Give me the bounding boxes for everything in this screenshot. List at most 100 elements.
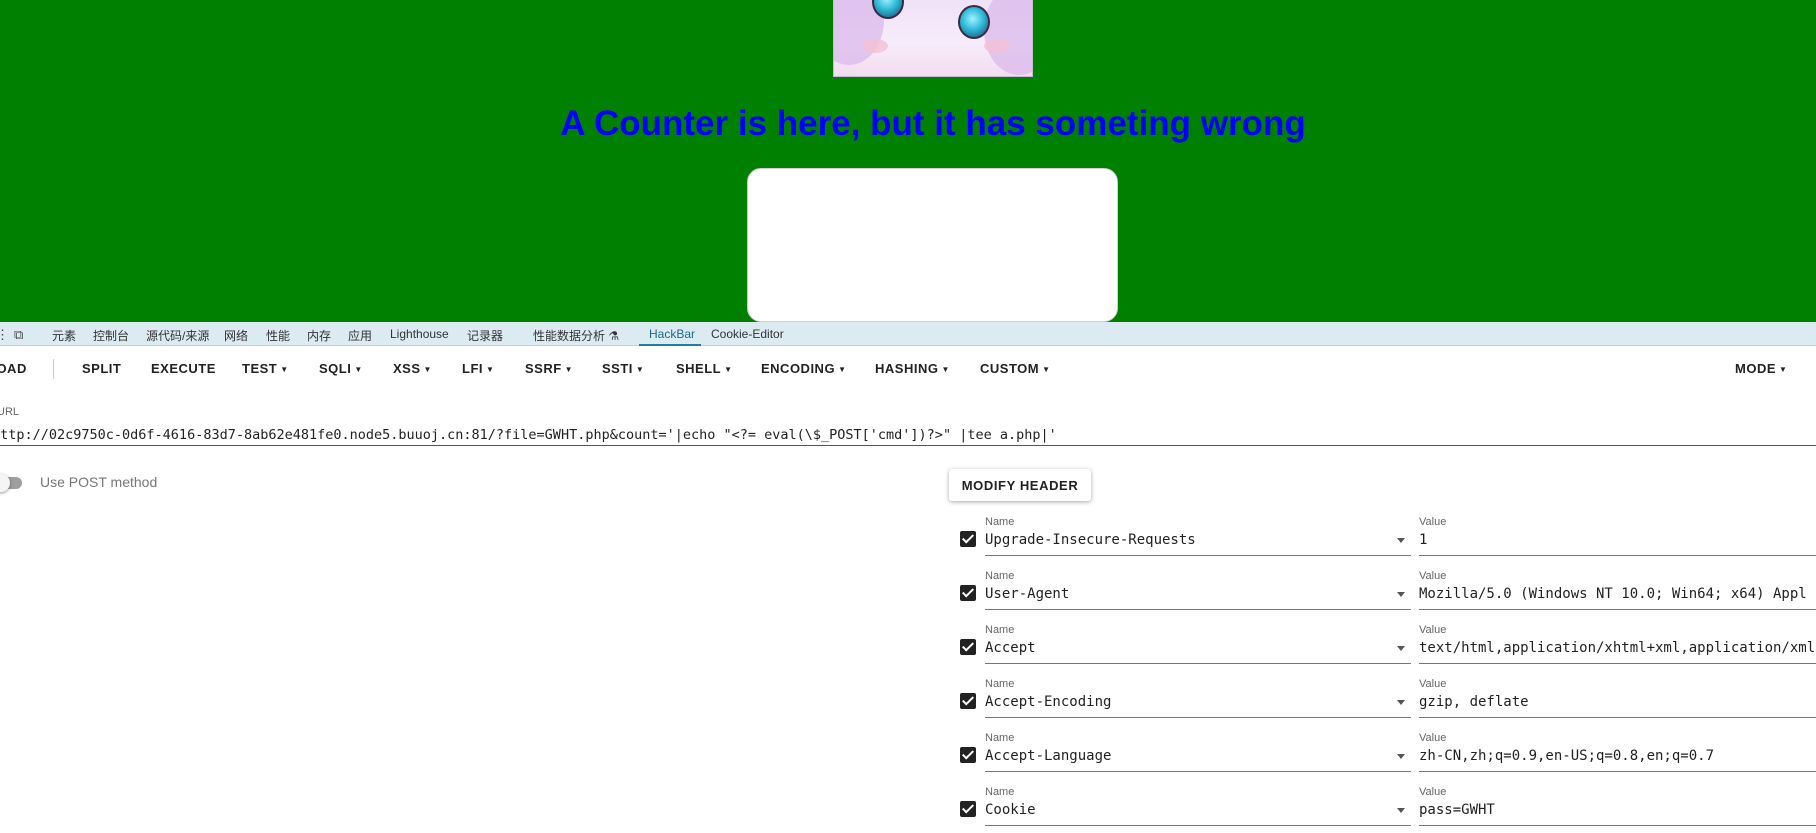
mode-menu[interactable]: MODE ▼ — [1735, 361, 1787, 376]
header-enabled-checkbox[interactable] — [960, 693, 976, 709]
caret-down-icon: ▼ — [486, 365, 495, 375]
hackbar-toolbar: LOAD SPLIT EXECUTE TEST▼ SQLI▼ XSS▼ LFI▼… — [0, 347, 1816, 391]
sqli-menu[interactable]: SQLI ▼ — [319, 361, 363, 376]
caret-down-icon: ▼ — [280, 365, 289, 375]
xss-label: XSS — [393, 361, 421, 376]
header-name-text: User-Agent — [985, 586, 1070, 602]
caret-down-icon: ▼ — [423, 365, 432, 375]
page-headline: A Counter is here, but it has someting w… — [560, 104, 1306, 143]
tab-application[interactable]: 应用 — [348, 327, 372, 344]
post-method-label: Use POST method — [40, 474, 158, 490]
header-row: Name Accept Value text/html,application/xht… — [0, 617, 1816, 671]
header-name-select[interactable]: Cookie — [985, 802, 1411, 826]
header-value-field[interactable]: Mozilla/5.0 (Windows NT 10.0; Win64; x64… — [1419, 586, 1816, 610]
header-enabled-checkbox[interactable] — [960, 585, 976, 601]
tab-sources[interactable]: 源代码/来源 — [146, 327, 209, 344]
header-enabled-checkbox[interactable] — [960, 747, 976, 763]
caret-down-icon: ▼ — [838, 365, 847, 375]
header-enabled-checkbox[interactable] — [960, 531, 976, 547]
header-name-label: Name — [985, 678, 1015, 690]
header-name-text: Upgrade-Insecure-Requests — [985, 532, 1196, 548]
caret-down-icon: ▼ — [724, 365, 733, 375]
tab-lighthouse[interactable]: Lighthouse — [390, 327, 449, 341]
ssti-menu[interactable]: SSTI ▼ — [602, 361, 644, 376]
custom-menu[interactable]: CUSTOM ▼ — [980, 361, 1051, 376]
header-value-label: Value — [1419, 624, 1447, 636]
lfi-label: LFI — [462, 361, 483, 376]
lfi-menu[interactable]: LFI ▼ — [462, 361, 494, 376]
test-menu[interactable]: TEST ▼ — [242, 361, 289, 376]
header-name-select[interactable]: Accept — [985, 640, 1411, 664]
shell-menu[interactable]: SHELL ▼ — [676, 361, 733, 376]
header-value-field[interactable]: pass=GWHT — [1419, 802, 1816, 826]
caret-down-icon: ▼ — [1042, 365, 1051, 375]
tab-elements[interactable]: 元素 — [52, 327, 76, 344]
header-name-select[interactable]: Accept-Language — [985, 748, 1411, 772]
load-button[interactable]: LOAD — [0, 361, 27, 376]
header-name-select[interactable]: Accept-Encoding — [985, 694, 1411, 718]
header-row: Name Accept-Encoding Value gzip, deflate — [0, 671, 1816, 725]
shell-label: SHELL — [676, 361, 722, 376]
dropdown-arrow-icon — [1397, 700, 1405, 705]
encoding-menu[interactable]: ENCODING ▼ — [761, 361, 846, 376]
header-name-select[interactable]: User-Agent — [985, 586, 1411, 610]
execute-button[interactable]: EXECUTE — [151, 361, 216, 376]
header-value-field[interactable]: text/html,application/xhtml+xml,applicat… — [1419, 640, 1816, 664]
tab-performance[interactable]: 性能 — [266, 327, 290, 344]
toolbar-separator — [53, 359, 54, 379]
header-name-text: Accept-Encoding — [985, 694, 1112, 710]
header-row: Name Accept-Language Value zh-CN,zh;q=0.9,e… — [0, 725, 1816, 779]
ssrf-menu[interactable]: SSRF ▼ — [525, 361, 573, 376]
header-name-label: Name — [985, 516, 1015, 528]
inspect-icon[interactable]: ⋮ — [0, 327, 9, 343]
caret-down-icon: ▼ — [1779, 365, 1788, 375]
caret-down-icon: ▼ — [564, 365, 574, 375]
header-name-label: Name — [985, 624, 1015, 636]
hashing-menu[interactable]: HASHING ▼ — [875, 361, 950, 376]
header-value-label: Value — [1419, 732, 1447, 744]
url-label: URL — [0, 406, 20, 418]
counter-box — [747, 168, 1118, 322]
tab-memory[interactable]: 内存 — [307, 327, 331, 344]
dropdown-arrow-icon — [1397, 592, 1405, 597]
tab-performance-insights[interactable]: 性能数据分析 ⚗ — [533, 327, 619, 344]
dropdown-arrow-icon — [1397, 538, 1405, 543]
dropdown-arrow-icon — [1397, 808, 1405, 813]
header-value-label: Value — [1419, 570, 1447, 582]
url-field[interactable] — [0, 424, 1816, 446]
hashing-label: HASHING — [875, 361, 939, 376]
post-method-toggle[interactable] — [0, 474, 30, 492]
tab-cookie-editor[interactable]: Cookie-Editor — [711, 327, 784, 341]
header-name-text: Cookie — [985, 802, 1036, 818]
header-value-label: Value — [1419, 678, 1447, 690]
active-tab-indicator — [639, 344, 701, 346]
header-name-label: Name — [985, 732, 1015, 744]
device-toolbar-icon[interactable]: ⧉ — [14, 327, 23, 343]
header-value-field[interactable]: 1 — [1419, 532, 1816, 556]
tab-hackbar[interactable]: HackBar — [649, 327, 695, 341]
xss-menu[interactable]: XSS ▼ — [393, 361, 432, 376]
dropdown-arrow-icon — [1397, 754, 1405, 759]
header-row: Name Upgrade-Insecure-Requests Value 1 — [0, 509, 1816, 563]
split-button[interactable]: SPLIT — [82, 361, 121, 376]
tab-console[interactable]: 控制台 — [93, 327, 129, 344]
header-name-label: Name — [985, 570, 1015, 582]
custom-label: CUSTOM — [980, 361, 1040, 376]
header-name-text: Accept — [985, 640, 1036, 656]
caret-down-icon: ▼ — [941, 365, 950, 375]
browser-viewport: A Counter is here, but it has someting w… — [0, 0, 1816, 322]
modify-header-button[interactable]: MODIFY HEADER — [949, 469, 1091, 501]
header-value-label: Value — [1419, 786, 1447, 798]
sqli-label: SQLI — [319, 361, 352, 376]
header-value-field[interactable]: zh-CN,zh;q=0.9,en-US;q=0.8,en;q=0.7 — [1419, 748, 1816, 772]
mode-label: MODE — [1735, 361, 1776, 376]
header-value-field[interactable]: gzip, deflate — [1419, 694, 1816, 718]
ssrf-label: SSRF — [525, 361, 562, 376]
ssti-label: SSTI — [602, 361, 633, 376]
header-enabled-checkbox[interactable] — [960, 801, 976, 817]
tab-network[interactable]: 网络 — [224, 327, 248, 344]
header-enabled-checkbox[interactable] — [960, 639, 976, 655]
header-name-select[interactable]: Upgrade-Insecure-Requests — [985, 532, 1411, 556]
header-name-text: Accept-Language — [985, 748, 1112, 764]
tab-recorder[interactable]: 记录器 — [467, 327, 503, 344]
